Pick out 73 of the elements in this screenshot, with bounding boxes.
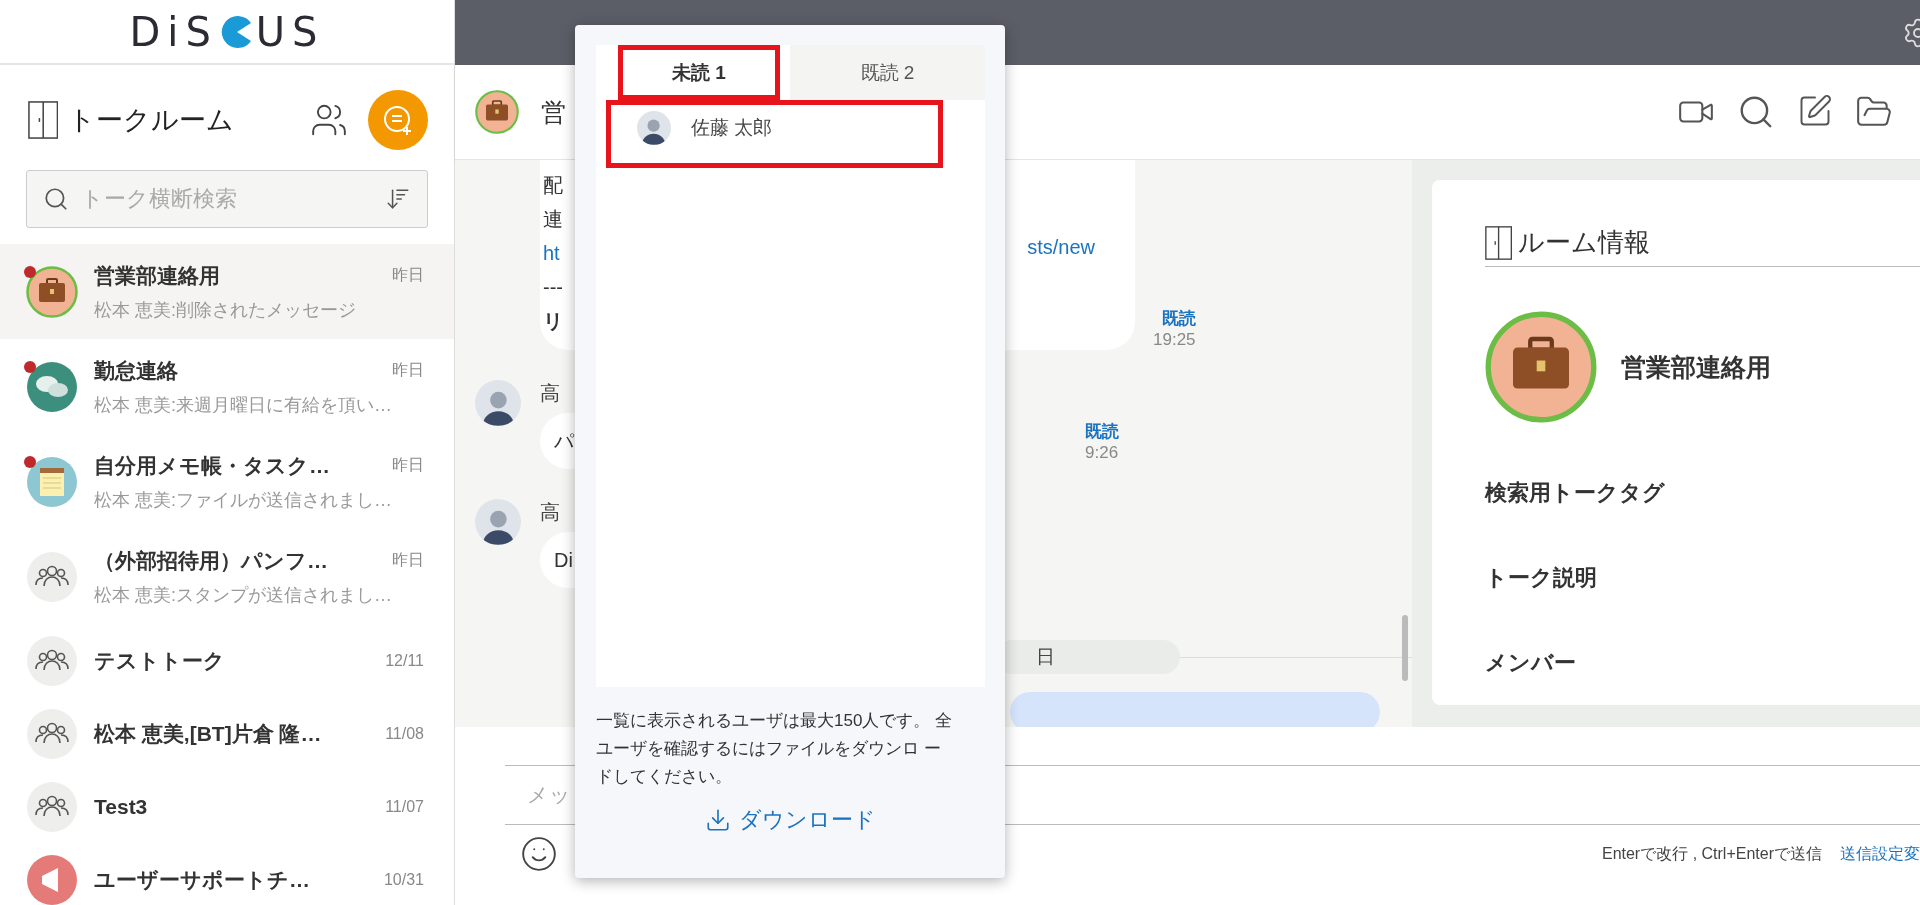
read-tab[interactable]: 未読 1 xyxy=(618,45,780,100)
scrollbar[interactable] xyxy=(1402,615,1408,681)
message-link[interactable]: sts/new xyxy=(1027,236,1095,258)
room-time: 昨日 xyxy=(392,455,424,475)
room-time: 11/08 xyxy=(385,724,424,743)
talk-room-item[interactable]: Test3 11/07 xyxy=(0,770,454,843)
room-avatar-icon xyxy=(475,90,519,134)
search-icon xyxy=(43,186,69,212)
room-time: 10/31 xyxy=(383,870,424,889)
sender-name: 高 xyxy=(540,500,561,525)
read-status[interactable]: 既読 xyxy=(1161,307,1196,330)
room-preview: 松本 恵美:ファイルが送信されまし… xyxy=(94,488,393,512)
message-text: 配 xyxy=(543,173,564,198)
room-name: 営業部連絡用 xyxy=(94,262,220,289)
read-tab[interactable]: 既読 2 xyxy=(790,45,985,100)
talk-room-item[interactable]: 勤怠連絡 昨日 松本 恵美:来週月曜日に有給を頂い… xyxy=(0,339,454,434)
notepad-avatar-icon xyxy=(26,455,78,508)
room-name: 自分用メモ帳・タスク… xyxy=(94,452,330,479)
room-preview: 松本 恵美:削除されたメッセージ xyxy=(94,298,357,322)
room-name: 営業部連絡用 xyxy=(1621,351,1771,383)
message-text: ht xyxy=(543,241,561,266)
sidebar-title: トークルーム xyxy=(68,103,236,137)
room-name: （外部招待用）パンフ… xyxy=(94,547,328,574)
sender-name: 高 xyxy=(540,381,561,406)
room-time: 11/07 xyxy=(385,797,424,816)
talk-room-item[interactable]: テストトーク 12/11 xyxy=(0,624,454,697)
talk-room-item[interactable]: ユーザーサポートチ… 10/31 xyxy=(0,843,454,905)
logo-text: US xyxy=(255,8,325,55)
group-avatar-icon xyxy=(26,550,78,603)
door-icon xyxy=(28,100,59,139)
logo-text: DiS xyxy=(129,8,218,55)
talk-room-item[interactable]: 松本 恵美,[BT]片倉 隆… 11/08 xyxy=(0,697,454,770)
room-info-title: ルーム情報 xyxy=(1518,226,1651,259)
logo-mark-icon xyxy=(219,14,254,49)
group-avatar-icon xyxy=(26,780,78,833)
message-text: --- xyxy=(543,275,564,300)
room-preview: 松本 恵美:スタンプが送信されまし… xyxy=(94,583,393,607)
room-name: ユーザーサポートチ… xyxy=(94,866,310,893)
room-name: テストトーク xyxy=(94,647,225,674)
user-name: 佐藤 太郎 xyxy=(691,116,773,140)
send-settings-link[interactable]: 送信設定変 xyxy=(1840,843,1920,865)
send-hint: Enterで改行 , Ctrl+Enterで送信 xyxy=(1601,843,1822,864)
download-icon xyxy=(705,807,731,833)
briefcase-avatar-icon xyxy=(26,265,78,318)
message-time: 19:25 xyxy=(1153,330,1196,350)
chat-bubbles-avatar-icon xyxy=(26,360,78,413)
room-time: 昨日 xyxy=(392,265,424,285)
search-input[interactable]: トーク横断検索 xyxy=(79,185,375,213)
user-row[interactable]: 佐藤 太郎 xyxy=(606,100,943,168)
room-name: Test3 xyxy=(94,794,148,819)
room-time: 昨日 xyxy=(392,360,424,380)
talk-room-item[interactable]: 自分用メモ帳・タスク… 昨日 松本 恵美:ファイルが送信されまし… xyxy=(0,434,454,529)
room-time: 12/11 xyxy=(385,651,424,670)
door-icon xyxy=(1485,225,1513,260)
room-time: 昨日 xyxy=(392,550,424,570)
message-text: リ xyxy=(543,309,564,334)
room-avatar-icon xyxy=(1485,311,1597,423)
read-status[interactable]: 既読 xyxy=(1085,420,1119,443)
search-field[interactable]: トーク横断検索 xyxy=(26,170,428,228)
group-avatar-icon xyxy=(26,634,78,687)
message-time: 9:26 xyxy=(1085,443,1119,463)
section-label: トーク説明 xyxy=(1485,564,1598,592)
section-label: メンバー xyxy=(1485,649,1577,677)
section-label: 検索用トークタグ xyxy=(1485,479,1666,507)
message-text: 連 xyxy=(543,207,564,232)
talk-room-item[interactable]: （外部招待用）パンフ… 昨日 松本 恵美:スタンプが送信されまし… xyxy=(0,529,454,624)
emoji-icon[interactable] xyxy=(520,835,558,873)
room-preview: 松本 恵美:来週月曜日に有給を頂い… xyxy=(94,393,393,417)
room-title: 営 xyxy=(541,96,566,128)
talk-room-item[interactable]: 営業部連絡用 昨日 松本 恵美:削除されたメッセージ xyxy=(0,244,454,339)
room-name: 松本 恵美,[BT]片倉 隆… xyxy=(94,720,322,747)
room-name: 勤怠連絡 xyxy=(94,357,178,384)
group-avatar-icon xyxy=(26,707,78,760)
